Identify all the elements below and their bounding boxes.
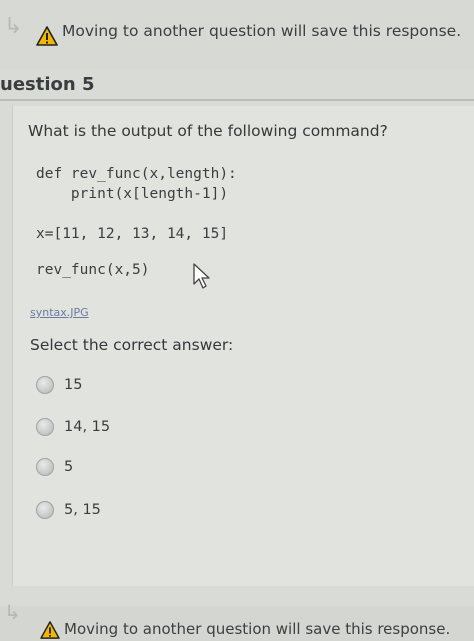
answer-option[interactable]: 15 xyxy=(36,374,82,396)
code-line: x=[11, 12, 13, 14, 15] xyxy=(36,226,229,242)
code-line: rev_func(x,5) xyxy=(36,262,150,278)
code-line: def rev_func(x,length): xyxy=(36,166,237,182)
answer-option[interactable]: 14, 15 xyxy=(36,416,110,438)
save-warning-text: Moving to another question will save thi… xyxy=(64,620,451,638)
option-label: 14, 15 xyxy=(64,419,111,435)
code-line: print(x[length-1]) xyxy=(36,186,229,202)
mouse-cursor-icon xyxy=(193,263,210,289)
radio-button[interactable] xyxy=(36,501,54,519)
radio-button[interactable] xyxy=(36,458,54,476)
question-prompt: What is the output of the following comm… xyxy=(28,122,388,140)
return-arrow-icon: ↳ xyxy=(4,600,21,624)
option-label: 5, 15 xyxy=(64,502,101,518)
question-number: uestion 5 xyxy=(0,74,95,95)
answer-option[interactable]: 5, 15 xyxy=(36,499,101,521)
option-label: 5 xyxy=(64,459,74,475)
divider xyxy=(0,99,474,101)
select-answer-label: Select the correct answer: xyxy=(30,336,234,354)
option-label: 15 xyxy=(64,377,83,393)
return-arrow-icon: ↳ xyxy=(4,14,23,39)
radio-button[interactable] xyxy=(36,418,54,436)
warning-triangle-icon xyxy=(40,621,60,639)
warning-triangle-icon xyxy=(36,26,58,46)
attachment-link[interactable]: syntax.JPG xyxy=(30,306,89,319)
answer-option[interactable]: 5 xyxy=(36,456,73,478)
radio-button[interactable] xyxy=(36,376,54,394)
save-warning-text: Moving to another question will save thi… xyxy=(62,22,462,40)
